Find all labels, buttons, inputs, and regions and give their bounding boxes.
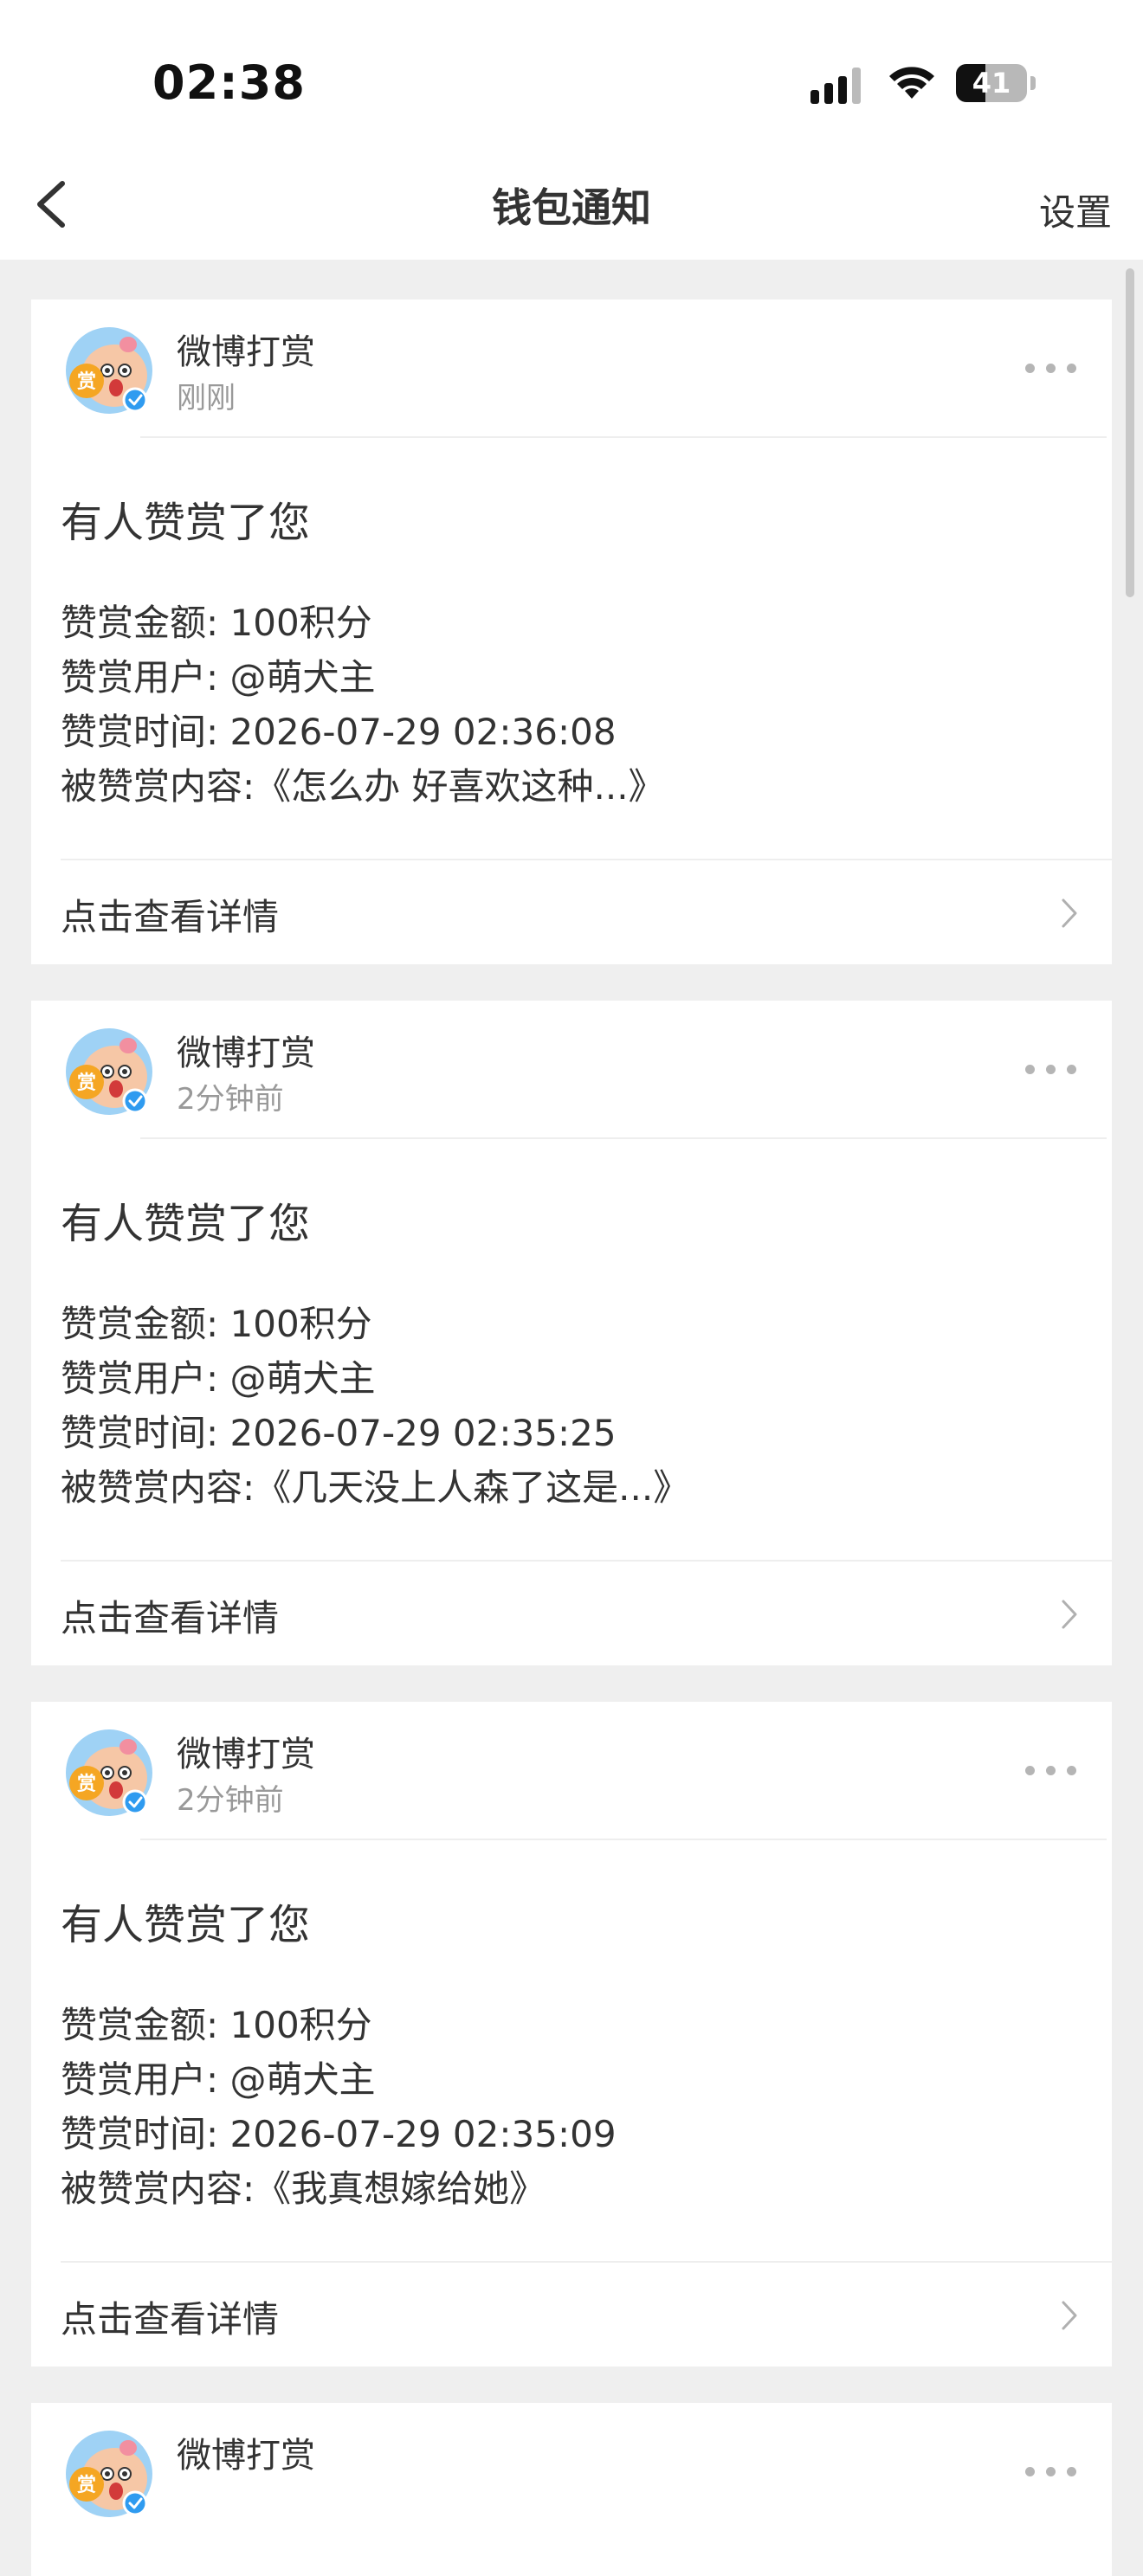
divider: [140, 436, 1107, 438]
avatar[interactable]: 赏: [64, 325, 154, 415]
verified-check-icon: [122, 2490, 148, 2516]
cellular-signal-icon: [810, 68, 861, 104]
battery-tip: [1030, 76, 1036, 90]
avatar[interactable]: 赏: [64, 1728, 154, 1818]
verified-check-icon: [122, 1088, 148, 1114]
divider: [61, 2261, 1112, 2263]
reward-time: 赞赏时间: 2026-07-29 02:35:09: [61, 2113, 617, 2155]
rewarded-content[interactable]: 被赞赏内容:《怎么办 好喜欢这种...》: [61, 757, 665, 810]
back-button[interactable]: [21, 170, 90, 239]
avatar-badge-text: 赏: [77, 1072, 96, 1094]
chevron-right-icon[interactable]: [1055, 1593, 1084, 1636]
notification-title: 有人赞赏了您: [61, 1901, 311, 1949]
status-time: 02:38: [152, 55, 306, 110]
reward-time: 赞赏时间: 2026-07-29 02:36:08: [61, 711, 617, 753]
chevron-right-icon[interactable]: [1055, 892, 1084, 935]
sender-name[interactable]: 微博打赏: [177, 2427, 315, 2477]
rewarded-content[interactable]: 被赞赏内容:《几天没上人森了这是...》: [61, 1459, 689, 1511]
more-options-button[interactable]: [1025, 1762, 1077, 1780]
scrollbar[interactable]: [1126, 268, 1134, 597]
battery-level: 41: [972, 67, 1011, 100]
reward-user: 赞赏用户: @萌犬主: [61, 1357, 376, 1400]
rewarded-content[interactable]: 被赞赏内容:《我真想嫁给她》: [61, 2160, 546, 2212]
page-title: 钱包通知: [492, 184, 651, 231]
sender-name[interactable]: 微博打赏: [177, 324, 315, 374]
view-details-link[interactable]: 点击查看详情: [61, 1589, 279, 1642]
post-time: 2分钟前: [177, 1082, 284, 1117]
avatar[interactable]: 赏: [64, 1027, 154, 1117]
post-time: 2分钟前: [177, 1783, 284, 1818]
reward-user: 赞赏用户: @萌犬主: [61, 656, 376, 699]
avatar-badge-text: 赏: [77, 371, 96, 393]
divider: [61, 859, 1112, 860]
battery-icon: 41: [956, 64, 1027, 102]
avatar[interactable]: 赏: [64, 2429, 154, 2519]
view-details-link[interactable]: 点击查看详情: [61, 888, 279, 941]
reward-amount: 赞赏金额: 100积分: [61, 1303, 372, 1345]
more-options-button[interactable]: [1025, 360, 1077, 377]
sender-name[interactable]: 微博打赏: [177, 1726, 315, 1776]
chevron-right-icon[interactable]: [1055, 2294, 1084, 2337]
reward-user: 赞赏用户: @萌犬主: [61, 2058, 376, 2101]
view-details-link[interactable]: 点击查看详情: [61, 2290, 279, 2343]
more-options-button[interactable]: [1025, 2463, 1077, 2481]
reward-amount: 赞赏金额: 100积分: [61, 602, 372, 644]
divider: [140, 1839, 1107, 1840]
nav-bar: 钱包通知 设置: [0, 156, 1143, 260]
avatar-badge-text: 赏: [77, 2475, 96, 2496]
wifi-icon: [889, 67, 934, 99]
verified-check-icon: [122, 1789, 148, 1815]
reward-time: 赞赏时间: 2026-07-29 02:35:25: [61, 1412, 617, 1454]
notification-card: 赏 微博打赏: [31, 2403, 1112, 2576]
notification-title: 有人赞赏了您: [61, 1200, 311, 1248]
divider: [140, 1137, 1107, 1139]
avatar-badge-text: 赏: [77, 1774, 96, 1795]
notification-card: 赏 微博打赏 2分钟前 有人赞赏了您 赞赏金额: 100积分 赞赏用户: @萌犬…: [31, 1001, 1112, 1665]
settings-button[interactable]: 设置: [1039, 184, 1112, 236]
notification-title: 有人赞赏了您: [61, 499, 311, 547]
notification-card: 赏 微博打赏 刚刚 有人赞赏了您 赞赏金额: 100积分 赞赏用户: @萌犬主 …: [31, 299, 1112, 964]
post-time: 刚刚: [177, 381, 236, 415]
verified-check-icon: [122, 387, 148, 413]
more-options-button[interactable]: [1025, 1061, 1077, 1079]
notification-card: 赏 微博打赏 2分钟前 有人赞赏了您 赞赏金额: 100积分 赞赏用户: @萌犬…: [31, 1702, 1112, 2367]
status-bar: 02:38 41: [0, 0, 1143, 156]
sender-name[interactable]: 微博打赏: [177, 1025, 315, 1075]
divider: [61, 1560, 1112, 1562]
reward-amount: 赞赏金额: 100积分: [61, 2004, 372, 2046]
